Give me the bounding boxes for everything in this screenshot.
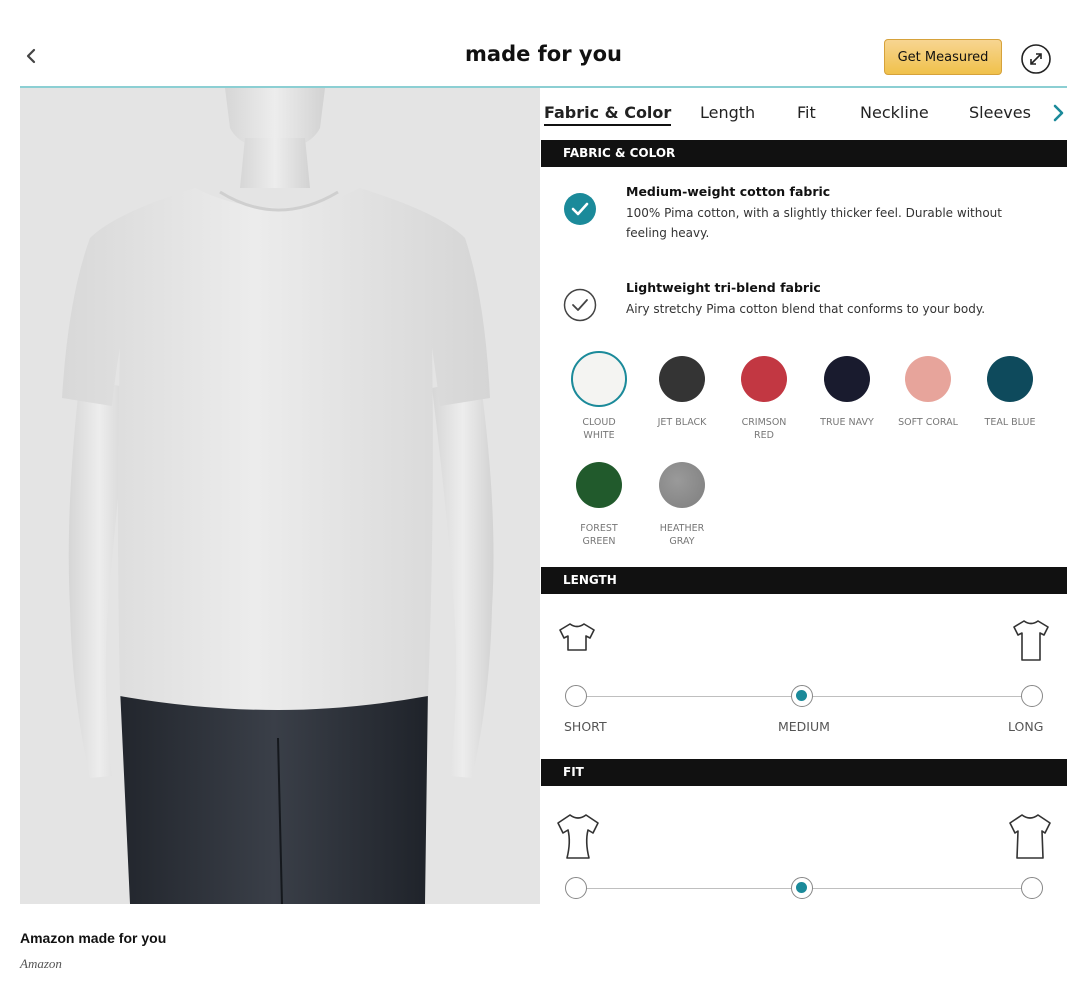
section-header-fabric-color: FABRIC & COLOR	[541, 140, 1067, 167]
swatch-color	[824, 356, 870, 402]
swatch-color	[905, 356, 951, 402]
swatch-heather-gray[interactable]: HEATHER GRAY	[639, 462, 725, 562]
fabric-option-lightweight[interactable]: Lightweight tri-blend fabric Airy stretc…	[563, 280, 1053, 340]
chevron-left-icon	[26, 48, 36, 64]
fabric-option-description: Airy stretchy Pima cotton blend that con…	[626, 302, 986, 316]
model-viewer[interactable]	[20, 88, 540, 904]
swatch-label: JET BLACK	[657, 417, 707, 428]
fabric-option-name: Lightweight tri-blend fabric	[626, 280, 821, 295]
long-tshirt-icon	[1013, 620, 1049, 661]
tabs-next-button[interactable]	[1049, 102, 1067, 124]
swatch-color	[741, 356, 787, 402]
tab-fit[interactable]: Fit	[797, 103, 816, 122]
length-label-long: LONG	[1008, 719, 1044, 734]
swatch-label: CLOUD WHITE	[582, 417, 616, 441]
swatch-color	[576, 462, 622, 508]
chevron-right-icon	[1053, 104, 1064, 122]
length-stop-medium[interactable]	[791, 685, 813, 707]
swatch-label: TEAL BLUE	[984, 417, 1036, 428]
relaxed-tshirt-icon	[1009, 814, 1051, 859]
swatch-teal-blue[interactable]: TEAL BLUE	[967, 356, 1053, 456]
short-tshirt-icon	[559, 623, 595, 651]
top-bar: made for you Get Measured	[20, 30, 1067, 88]
swatch-jet-black[interactable]: JET BLACK	[639, 356, 725, 456]
swatch-soft-coral[interactable]: SOFT CORAL	[885, 356, 971, 456]
caption-title: Amazon made for you	[20, 930, 167, 946]
fabric-option-description: 100% Pima cotton, with a slightly thicke…	[626, 206, 1002, 240]
section-header-fit: FIT	[541, 759, 1067, 786]
swatch-label: FOREST GREEN	[580, 523, 618, 547]
swatch-label: CRIMSON RED	[741, 417, 787, 441]
get-measured-button[interactable]: Get Measured	[884, 39, 1002, 75]
swatch-label: HEATHER GRAY	[659, 523, 705, 547]
customization-panel: Fabric & Color Length Fit Neckline Sleev…	[541, 88, 1067, 904]
selected-dot	[796, 690, 807, 701]
fit-stop-left[interactable]	[565, 877, 587, 899]
fabric-option-medium-weight[interactable]: Medium-weight cotton fabric 100% Pima co…	[563, 184, 1053, 244]
length-label-short: SHORT	[564, 719, 607, 734]
tab-neckline[interactable]: Neckline	[860, 103, 929, 122]
swatch-color	[571, 351, 627, 407]
caption-credit: Amazon	[20, 956, 62, 971]
swatch-true-navy[interactable]: TRUE NAVY	[804, 356, 890, 456]
tab-sleeves[interactable]: Sleeves	[969, 103, 1031, 122]
fitted-tshirt-icon	[557, 814, 599, 859]
check-circle-filled-icon	[564, 193, 596, 225]
length-stop-long[interactable]	[1021, 685, 1043, 707]
fabric-option-name: Medium-weight cotton fabric	[626, 184, 831, 199]
length-stop-short[interactable]	[565, 685, 587, 707]
swatch-crimson-red[interactable]: CRIMSON RED	[721, 356, 807, 456]
swatch-cloud-white[interactable]: CLOUD WHITE	[556, 351, 642, 456]
swatch-color	[659, 356, 705, 402]
expand-icon	[1021, 44, 1051, 74]
fit-stop-middle[interactable]	[791, 877, 813, 899]
length-label-medium: MEDIUM	[778, 719, 830, 734]
section-header-length: LENGTH	[541, 567, 1067, 594]
selected-dot	[796, 882, 807, 893]
swatch-color	[659, 462, 705, 508]
back-button[interactable]	[20, 42, 44, 70]
expand-button[interactable]	[1020, 43, 1052, 75]
tab-length[interactable]: Length	[700, 103, 755, 122]
swatch-label: SOFT CORAL	[898, 417, 958, 428]
check-circle-outline-icon	[563, 288, 597, 322]
swatch-color	[987, 356, 1033, 402]
tab-bar: Fabric & Color Length Fit Neckline Sleev…	[541, 88, 1067, 138]
mannequin-image	[62, 88, 494, 904]
fit-stop-right[interactable]	[1021, 877, 1043, 899]
swatch-label: TRUE NAVY	[820, 417, 874, 428]
swatch-forest-green[interactable]: FOREST GREEN	[556, 462, 642, 562]
tab-fabric-color[interactable]: Fabric & Color	[544, 103, 672, 126]
